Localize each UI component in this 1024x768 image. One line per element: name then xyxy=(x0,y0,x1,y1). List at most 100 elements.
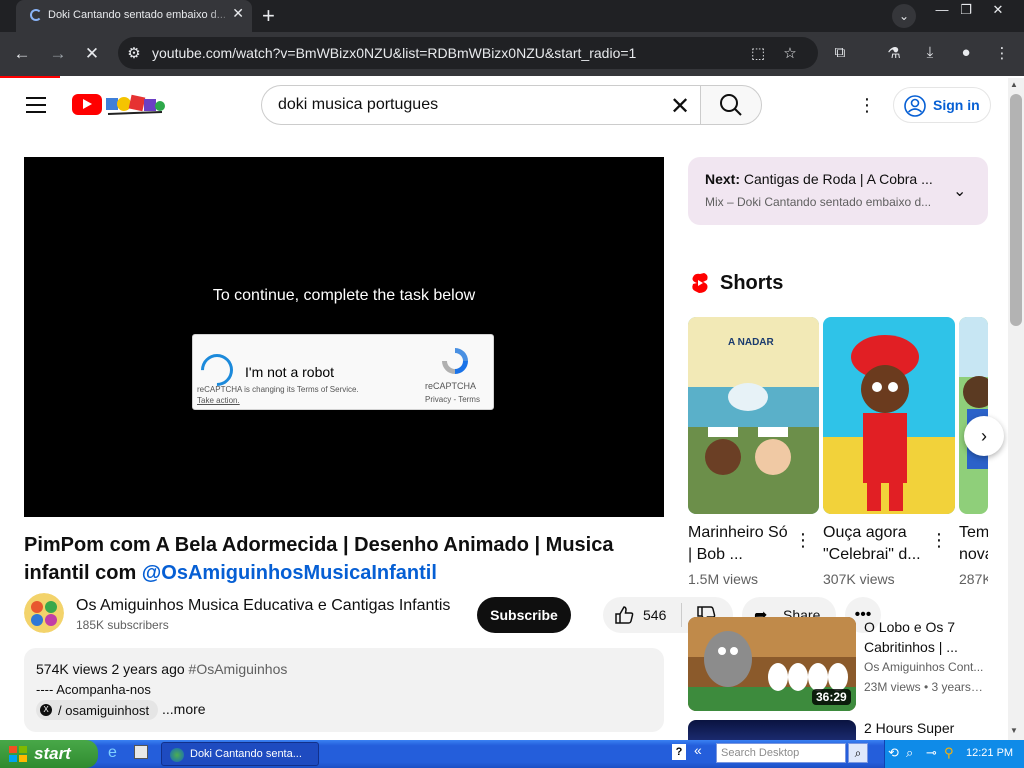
guide-menu-icon[interactable] xyxy=(26,97,46,113)
labs-icon[interactable]: ⚗ xyxy=(884,44,904,62)
desktop-search-placeholder: Search Desktop xyxy=(721,747,800,759)
tab-search-button[interactable]: ⌄ xyxy=(892,4,916,28)
browser-tab[interactable]: Doki Cantando sentado embaixo d... ✕ xyxy=(16,0,252,32)
short-thumbnail-image xyxy=(823,335,955,514)
search-input[interactable]: doki musica portugues xyxy=(278,96,438,114)
search-tray-icon[interactable]: ⌕ xyxy=(906,745,913,761)
downloads-icon[interactable]: ⤓ xyxy=(920,44,940,62)
expand-tray-icon[interactable]: « xyxy=(694,742,702,758)
start-label: start xyxy=(34,744,71,763)
internet-explorer-icon[interactable]: e xyxy=(108,744,117,762)
short-thumbnail[interactable] xyxy=(823,317,955,514)
channel-name[interactable]: Os Amiguinhos Musica Educativa e Cantiga… xyxy=(76,597,450,615)
taskbar-window-item[interactable]: Doki Cantando senta... xyxy=(161,742,319,766)
install-app-icon[interactable]: ⬚ xyxy=(748,44,768,62)
desktop-search-input[interactable]: Search Desktop xyxy=(716,743,846,763)
x-handle: / osamiguinhost xyxy=(58,703,150,718)
short-menu-icon[interactable]: ⋮ xyxy=(930,530,948,551)
settings-kebab-icon[interactable]: ⋮ xyxy=(858,95,876,116)
new-tab-button[interactable]: + xyxy=(262,3,275,29)
short-title[interactable]: Tem nova xyxy=(959,522,988,566)
shorts-heading: Shorts xyxy=(720,272,784,294)
forward-button[interactable]: → xyxy=(46,42,70,66)
shorts-icon xyxy=(692,273,708,293)
view-count-date: 574K views 2 years ago #OsAmiguinhos xyxy=(36,661,287,677)
next-prefix: Next: xyxy=(705,171,741,187)
site-info-icon[interactable]: ⚙ xyxy=(124,44,144,62)
back-button[interactable]: ← xyxy=(10,42,34,66)
network-icon[interactable]: ⟲ xyxy=(888,745,899,761)
recaptcha-privacy-terms[interactable]: Privacy - Terms xyxy=(425,395,480,404)
profile-icon[interactable]: ● xyxy=(956,44,976,62)
youtube-logo[interactable] xyxy=(72,94,102,115)
alert-tray-icon[interactable]: ⚲ xyxy=(944,745,954,761)
short-title[interactable]: Ouça agora "Celebrai" d... xyxy=(823,522,928,566)
channel-mention-link[interactable]: @OsAmiguinhosMusicaInfantil xyxy=(142,562,437,584)
hashtag-link[interactable]: #OsAmiguinhos xyxy=(189,661,288,677)
like-count: 546 xyxy=(643,607,667,623)
expand-chevron-icon[interactable]: ⌄ xyxy=(953,181,966,201)
windows-logo-icon xyxy=(9,746,27,762)
stop-loading-button[interactable]: ✕ xyxy=(80,42,104,66)
close-window-button[interactable]: ✕ xyxy=(984,2,1012,20)
clear-search-icon[interactable]: ✕ xyxy=(670,92,690,121)
video-duration: 36:29 xyxy=(812,689,851,705)
help-icon[interactable]: ? xyxy=(672,744,686,760)
short-thumb-caption: A NADAR xyxy=(728,337,774,348)
recaptcha-tos-note: reCAPTCHA is changing its Terms of Servi… xyxy=(197,385,359,394)
search-button[interactable] xyxy=(700,85,762,125)
taskbar-clock[interactable]: 12:21 PM xyxy=(966,747,1013,759)
x-logo-icon: X xyxy=(40,704,52,716)
subscribe-button[interactable]: Subscribe xyxy=(477,597,571,633)
desktop-search-icon[interactable]: ⌕ xyxy=(848,743,868,763)
subscriber-count: 185K subscribers xyxy=(76,618,169,632)
recaptcha-take-action-link[interactable]: Take action. xyxy=(197,396,240,405)
taskbar-item-label: Doki Cantando senta... xyxy=(190,748,302,760)
short-menu-icon[interactable]: ⋮ xyxy=(794,530,812,551)
video-meta: 23M views • 3 years ... xyxy=(864,680,984,694)
shorts-next-arrow-icon[interactable]: › xyxy=(964,416,1004,456)
scroll-down-arrow-icon[interactable]: ▼ xyxy=(1010,726,1018,735)
short-views: 287K xyxy=(959,571,988,587)
video-player[interactable]: To continue, complete the task below I'm… xyxy=(24,157,664,517)
show-more-link[interactable]: ...more xyxy=(162,701,206,717)
search-icon xyxy=(720,94,742,116)
sign-in-label: Sign in xyxy=(933,97,980,113)
mix-title: Mix – Doki Cantando sentado embaixo d... xyxy=(705,195,932,209)
video-thumbnail[interactable] xyxy=(688,720,856,740)
video-title[interactable]: O Lobo e Os 7 Cabritinhos | ... xyxy=(864,617,984,657)
page-scrollbar-thumb[interactable] xyxy=(1010,94,1022,326)
scroll-up-arrow-icon[interactable]: ▲ xyxy=(1010,80,1018,89)
short-views: 307K views xyxy=(823,571,895,587)
recaptcha-logo-icon xyxy=(442,348,468,374)
like-icon[interactable] xyxy=(613,604,635,626)
recaptcha-label: I'm not a robot xyxy=(245,364,335,380)
extensions-icon[interactable]: ⧉ xyxy=(830,44,850,62)
tab-title: Doki Cantando sentado embaixo d... xyxy=(48,9,226,21)
channel-avatar[interactable] xyxy=(24,593,64,633)
recaptcha-brand: reCAPTCHA xyxy=(425,381,477,391)
playlist-next-panel[interactable] xyxy=(688,157,988,225)
description-line: ---- Acompanha-nos xyxy=(36,682,151,697)
short-views: 1.5M views xyxy=(688,571,759,587)
volume-icon[interactable]: ⊸ xyxy=(926,745,937,761)
views-date: 574K views 2 years ago xyxy=(36,661,185,677)
video-channel[interactable]: Os Amiguinhos Cont... xyxy=(864,660,984,674)
video-title[interactable]: 2 Hours Super xyxy=(864,720,954,736)
show-desktop-icon[interactable] xyxy=(134,745,148,759)
channel-avatar-image xyxy=(24,593,64,633)
browser-menu-icon[interactable]: ⋮ xyxy=(992,44,1012,62)
x-social-link[interactable]: X / osamiguinhost xyxy=(36,700,158,720)
bookmark-star-icon[interactable]: ☆ xyxy=(780,44,800,62)
youtube-doodle-logo[interactable] xyxy=(104,90,166,118)
restore-button[interactable]: ❐ xyxy=(952,2,980,20)
account-icon xyxy=(904,95,926,117)
like-divider xyxy=(681,603,682,627)
sign-in-button[interactable]: Sign in xyxy=(893,87,991,123)
short-thumbnail[interactable]: A NADAR xyxy=(688,317,819,514)
short-title[interactable]: Marinheiro Só | Bob ... xyxy=(688,522,793,566)
video-title: PimPom com A Bela Adormecida | Desenho A… xyxy=(24,531,664,587)
close-tab-icon[interactable]: ✕ xyxy=(232,5,244,22)
url-text[interactable]: youtube.com/watch?v=BmWBizx0NZU&list=RDB… xyxy=(152,45,636,61)
recaptcha-widget[interactable]: I'm not a robot reCAPTCHA is changing it… xyxy=(192,334,494,410)
